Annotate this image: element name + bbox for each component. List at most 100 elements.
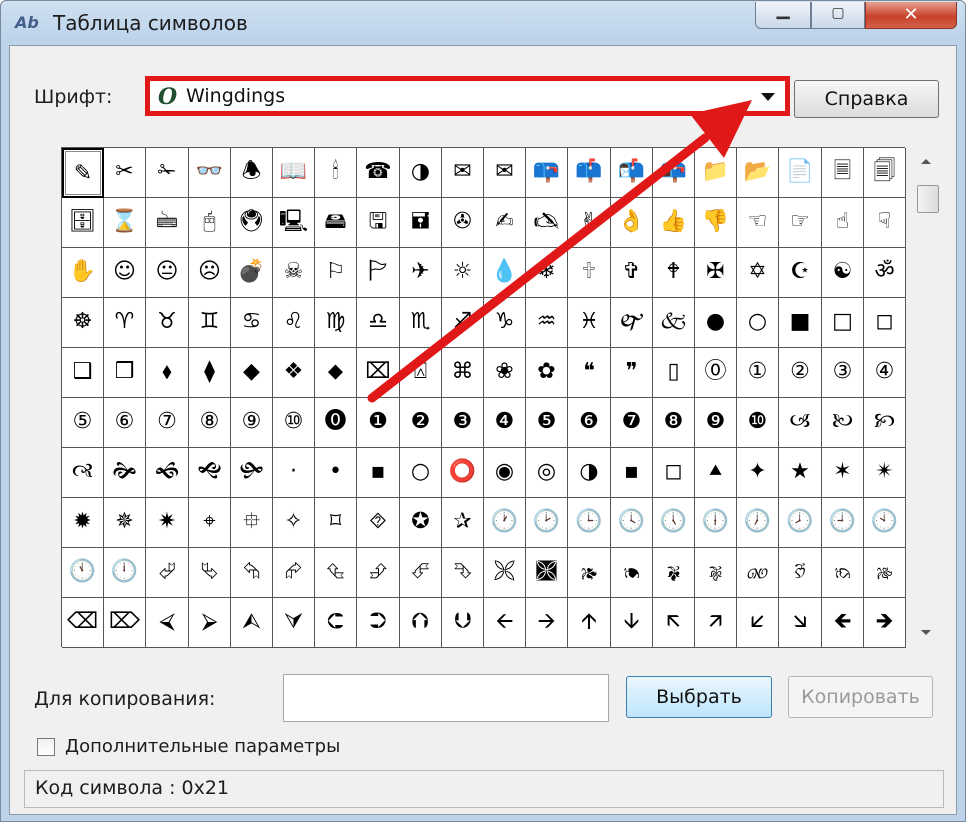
character-cell[interactable]: ☼ xyxy=(442,248,484,298)
character-cell[interactable]: ◎ xyxy=(526,448,568,498)
character-cell[interactable]: ⮶ xyxy=(400,548,442,598)
help-button[interactable]: Справка xyxy=(794,80,939,118)
character-cell[interactable]: 🖴 xyxy=(315,198,357,248)
character-cell[interactable]: 👓 xyxy=(189,148,231,198)
copy-input[interactable] xyxy=(283,674,609,722)
character-cell[interactable]: 📖 xyxy=(273,148,315,198)
character-cell[interactable]: ⮷ xyxy=(442,548,484,598)
character-cell[interactable]: 🡺 xyxy=(864,598,906,648)
character-cell[interactable]: 📁 xyxy=(695,148,737,198)
character-cell[interactable]: 🖲 xyxy=(231,198,273,248)
character-cell[interactable]: ⑥ xyxy=(104,398,146,448)
character-cell[interactable]: 👍 xyxy=(653,198,695,248)
character-cell[interactable]: ⌫ xyxy=(62,598,104,648)
character-cell[interactable]: 🗄 xyxy=(62,198,104,248)
character-cell[interactable]: 🕒 xyxy=(568,498,611,548)
character-cell[interactable]: ◉ xyxy=(484,448,526,498)
character-cell[interactable]: ◑ xyxy=(400,148,442,198)
character-cell[interactable]: ⮴ xyxy=(315,548,357,598)
character-cell[interactable]: ⬥ xyxy=(315,348,357,398)
character-cell[interactable]: ● xyxy=(695,298,737,348)
character-cell[interactable]: ⮘ xyxy=(146,598,189,648)
grid-scrollbar[interactable] xyxy=(911,147,941,647)
select-button[interactable]: Выбрать xyxy=(626,676,772,718)
character-cell[interactable]: 🕭 xyxy=(231,148,273,198)
character-cell[interactable]: ▪ xyxy=(357,448,400,498)
character-cell[interactable]: ❸ xyxy=(442,398,484,448)
character-cell[interactable]: ♊ xyxy=(189,298,231,348)
character-cell[interactable]: ♐ xyxy=(442,298,484,348)
character-cell[interactable]: ✁ xyxy=(146,148,189,198)
character-cell[interactable]: ✪ xyxy=(400,498,442,548)
character-cell[interactable]: ❀ xyxy=(484,348,526,398)
character-cell[interactable]: · xyxy=(273,448,315,498)
character-cell[interactable]: ⑦ xyxy=(146,398,189,448)
character-cell[interactable]: 🙐 xyxy=(737,548,779,598)
character-grid[interactable]: ✎ ✂ ✁ 👓 🕭 📖 🕯 ☎ ◑ ✉ ✉ 📪 📫 📬 📭 📁 📂 📄 🗏 🗐 🗄 ⌛ 🖮 🖰 🖲 🖳 🖴 🖫 🖬 ✇ ✍ 🖎 ✌ 👌 👍 👎 ☜ ☞ ☝ ☟… xyxy=(61,147,906,648)
character-cell[interactable]: ⍓ xyxy=(400,348,442,398)
character-cell[interactable]: ⌧ xyxy=(357,348,400,398)
character-cell[interactable]: ✷ xyxy=(146,498,189,548)
character-cell[interactable]: ✹ xyxy=(62,498,104,548)
character-cell[interactable]: 🙡 xyxy=(864,398,906,448)
character-cell[interactable]: 👌 xyxy=(611,198,653,248)
character-cell[interactable]: 🖳 xyxy=(273,198,315,248)
character-cell[interactable]: ☹ xyxy=(189,248,231,298)
character-cell[interactable]: ① xyxy=(737,348,779,398)
character-cell[interactable]: 🙫 xyxy=(526,548,568,598)
character-cell[interactable]: 📂 xyxy=(737,148,779,198)
character-cell[interactable]: ◻ xyxy=(653,448,695,498)
character-cell[interactable]: ② xyxy=(779,348,822,398)
character-cell[interactable]: 😐 xyxy=(146,248,189,298)
character-cell[interactable]: ◻ xyxy=(864,298,906,348)
character-cell[interactable]: 🗐 xyxy=(864,148,906,198)
character-cell[interactable]: 📄 xyxy=(779,148,822,198)
character-cell[interactable]: 📪 xyxy=(526,148,568,198)
character-cell[interactable]: 🙝 xyxy=(189,448,231,498)
character-cell[interactable]: ⑤ xyxy=(62,398,104,448)
character-cell[interactable]: 🙕 xyxy=(568,548,611,598)
character-cell[interactable]: ⌑ xyxy=(315,498,357,548)
character-cell[interactable]: 🙟 xyxy=(231,448,273,498)
character-cell[interactable]: 🕕 xyxy=(695,498,737,548)
character-cell[interactable]: ❷ xyxy=(400,398,442,448)
advanced-view-checkbox[interactable] xyxy=(37,738,55,756)
character-cell[interactable]: 🙵 xyxy=(653,298,695,348)
character-cell[interactable]: ⮛ xyxy=(273,598,315,648)
character-cell[interactable]: 🙔 xyxy=(611,548,653,598)
character-cell[interactable]: 🙑 xyxy=(779,548,822,598)
character-cell[interactable]: ⬧ xyxy=(146,348,189,398)
character-cell[interactable]: 👎 xyxy=(695,198,737,248)
character-cell[interactable]: ♈ xyxy=(104,298,146,348)
character-cell[interactable]: ❻ xyxy=(568,398,611,448)
character-cell[interactable]: ✉ xyxy=(484,148,526,198)
character-cell[interactable]: ✍ xyxy=(484,198,526,248)
close-button[interactable]: ✕ xyxy=(865,2,957,29)
character-cell[interactable]: ♎ xyxy=(357,298,400,348)
character-cell[interactable]: 🙣 xyxy=(62,448,104,498)
character-cell[interactable]: ☺ xyxy=(104,248,146,298)
character-cell[interactable]: 🡭 xyxy=(695,598,737,648)
character-cell[interactable]: ⮉ xyxy=(400,598,442,648)
character-cell[interactable]: ❑ xyxy=(62,348,104,398)
character-cell[interactable]: ☞ xyxy=(779,198,822,248)
character-cell[interactable]: ○ xyxy=(400,448,442,498)
character-cell[interactable]: ✿ xyxy=(526,348,568,398)
character-cell[interactable]: ④ xyxy=(864,348,906,398)
character-cell[interactable]: ⮵ xyxy=(357,548,400,598)
character-cell[interactable]: • xyxy=(315,448,357,498)
character-cell[interactable]: ☠ xyxy=(273,248,315,298)
character-cell[interactable]: ⮳ xyxy=(273,548,315,598)
character-cell[interactable]: ⯅ xyxy=(695,448,737,498)
character-cell[interactable]: ❾ xyxy=(695,398,737,448)
character-cell[interactable]: 🕘 xyxy=(822,498,864,548)
character-cell[interactable]: 🙠 xyxy=(822,398,864,448)
scroll-thumb[interactable] xyxy=(917,185,939,213)
character-cell[interactable]: ✞ xyxy=(611,248,653,298)
character-cell[interactable]: ❼ xyxy=(611,398,653,448)
character-cell[interactable]: 🗏 xyxy=(822,148,864,198)
character-cell[interactable]: ✂ xyxy=(104,148,146,198)
character-cell[interactable]: ❄ xyxy=(526,248,568,298)
scroll-down-icon[interactable] xyxy=(921,630,931,635)
character-cell[interactable]: ☟ xyxy=(864,198,906,248)
